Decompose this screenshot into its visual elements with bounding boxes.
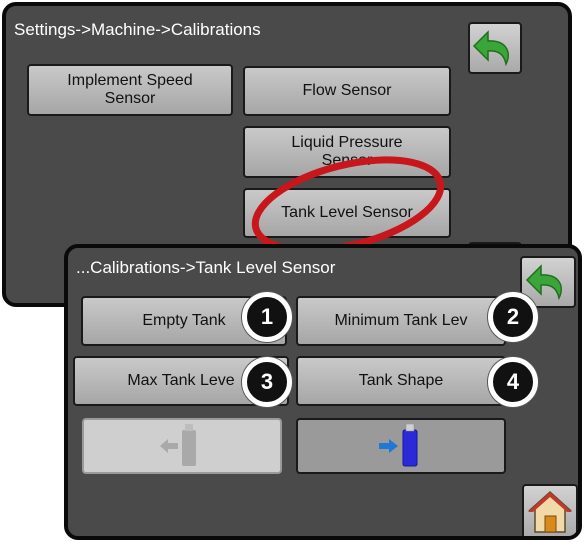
empty-tank-label: Empty Tank <box>142 312 226 329</box>
liquid-pressure-label-line2: Sensor <box>321 152 373 169</box>
breadcrumb: ...Calibrations->Tank Level Sensor <box>76 258 336 277</box>
liquid-pressure-sensor-button[interactable]: Liquid Pressure Sensor <box>243 126 451 178</box>
implement-speed-label-line2: Sensor <box>104 90 156 107</box>
implement-speed-sensor-button[interactable]: Implement Speed Sensor <box>27 64 233 116</box>
usb-export-button[interactable] <box>296 418 506 474</box>
minimum-tank-level-button[interactable]: Minimum Tank Lev <box>296 296 506 346</box>
callout-1: 1 <box>242 292 292 342</box>
breadcrumb: Settings->Machine->Calibrations <box>14 20 261 39</box>
tank-shape-label: Tank Shape <box>358 372 444 389</box>
home-button[interactable] <box>522 484 578 536</box>
usb-export-icon <box>379 424 418 467</box>
max-tank-level-label: Max Tank Leve <box>127 372 235 389</box>
liquid-pressure-label-line1: Liquid Pressure <box>291 134 403 151</box>
callout-3: 3 <box>242 357 292 407</box>
callout-2: 2 <box>488 292 538 342</box>
flow-sensor-button[interactable]: Flow Sensor <box>243 66 451 116</box>
back-arrow-icon <box>472 30 509 67</box>
tank-level-sensor-label: Tank Level Sensor <box>281 204 413 221</box>
tank-level-sensor-button[interactable]: Tank Level Sensor <box>243 188 451 238</box>
callout-4: 4 <box>488 357 538 407</box>
home-icon <box>528 490 572 533</box>
back-button[interactable] <box>468 22 522 74</box>
tank-shape-button[interactable]: Tank Shape <box>296 356 506 406</box>
usb-import-icon <box>160 424 196 466</box>
usb-import-button[interactable] <box>82 418 282 474</box>
implement-speed-label-line1: Implement Speed <box>67 72 193 89</box>
minimum-tank-level-label: Minimum Tank Lev <box>334 312 468 329</box>
flow-sensor-label: Flow Sensor <box>302 82 392 99</box>
